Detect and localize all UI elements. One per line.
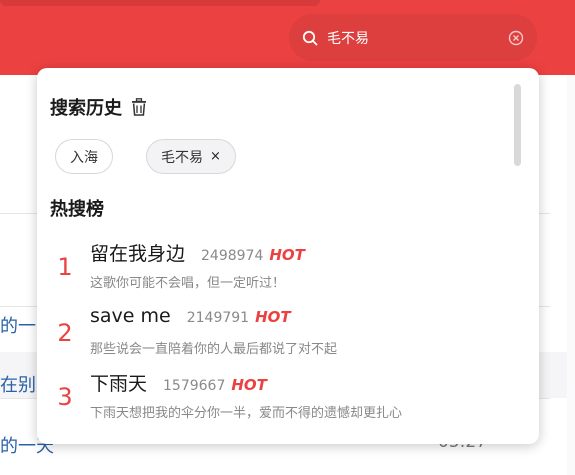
search-box[interactable] (289, 14, 537, 61)
hot-song-name: 留在我身边 (90, 243, 186, 265)
history-tag[interactable]: 毛不易 × (146, 139, 236, 174)
history-tag-label: 毛不易 (161, 149, 203, 166)
history-tag[interactable]: 入海 (55, 139, 113, 174)
hot-search-title: 热搜榜 (50, 199, 104, 220)
hot-description: 那些说会一直陪着你的人最后都说了对不起 (90, 342, 338, 357)
hot-rank: 1 (57, 253, 73, 281)
hot-score: 2149791 (186, 310, 250, 326)
trash-icon[interactable] (128, 96, 150, 118)
hot-score: 1579667 (163, 378, 226, 394)
hot-description: 下雨天想把我的伞分你一半，爱而不得的遗憾却更扎心 (90, 406, 403, 421)
remove-tag-icon[interactable]: × (210, 149, 221, 164)
history-tag-label: 入海 (70, 149, 98, 166)
page-scroll-edge (567, 75, 575, 475)
search-history-title: 搜索历史 (50, 98, 122, 119)
hot-rank: 3 (57, 383, 73, 411)
hot-rank: 2 (57, 319, 73, 347)
hot-score: 2498974 (201, 248, 264, 264)
hot-search-item[interactable]: 2 save me 2149791 HOT 那些说会一直陪着你的人最后都说了对不起 (37, 305, 507, 367)
hot-item-title-line: save me 2149791 HOT (90, 305, 291, 327)
search-history-header: 搜索历史 (50, 94, 150, 120)
search-icon (301, 29, 319, 47)
hot-song-name: 下雨天 (90, 373, 148, 395)
hot-search-item[interactable]: 3 下雨天 1579667 HOT 下雨天想把我的伞分你一半，爱而不得的遗憾却更扎心 (37, 369, 507, 431)
hot-item-title-line: 下雨天 1579667 HOT (90, 369, 267, 396)
panel-scrollbar[interactable] (514, 84, 521, 166)
hot-badge: HOT (231, 376, 267, 394)
hot-badge: HOT (255, 308, 291, 326)
hot-song-name: save me (90, 305, 171, 327)
hot-description: 这歌你可能不会唱，但一定听过！ (90, 276, 286, 291)
search-suggest-panel: 搜索历史 入海 毛不易 × 热搜榜 1 留在我身边 2498974 HOT 这歌你可… (37, 68, 539, 444)
clear-circle-icon[interactable] (507, 29, 525, 47)
hot-badge: HOT (269, 246, 305, 264)
search-input[interactable] (327, 29, 507, 46)
header-tab-edge (0, 0, 320, 6)
hot-search-item[interactable]: 1 留在我身边 2498974 HOT 这歌你可能不会唱，但一定听过！ (37, 239, 507, 301)
hot-item-title-line: 留在我身边 2498974 HOT (90, 239, 305, 266)
